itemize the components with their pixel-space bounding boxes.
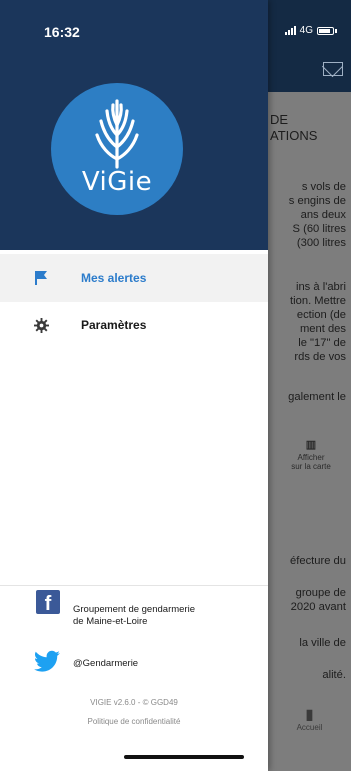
- background-paragraph: éfecture du: [290, 555, 346, 567]
- map-button-line1: Afficher: [297, 453, 325, 462]
- drawer-header: ViGie: [0, 0, 268, 250]
- home-tab-icon: ▮: [305, 706, 314, 722]
- signal-icon: [284, 26, 296, 35]
- menu-item-mes-alertes[interactable]: Mes alertes: [0, 254, 268, 302]
- menu-item-label: Mes alertes: [81, 271, 147, 285]
- facebook-icon: f: [36, 590, 60, 614]
- battery-icon: [317, 26, 334, 35]
- background-paragraph: groupe de 2020 avant: [290, 587, 346, 613]
- battery-tip: [335, 28, 337, 33]
- footer-divider: [0, 585, 268, 586]
- map-button[interactable]: ▥ Afficher sur la carte: [286, 438, 336, 471]
- background-paragraph: alité.: [322, 669, 346, 681]
- background-paragraph: s vols de s engins de ans deux S (60 lit…: [288, 181, 346, 249]
- status-indicators: 4G: [284, 25, 337, 36]
- status-time: 16:32: [44, 24, 80, 40]
- network-label: 4G: [299, 25, 313, 36]
- home-tab[interactable]: ▮ Accueil: [268, 706, 351, 732]
- twitter-label: @Gendarmerie: [73, 658, 139, 669]
- mail-icon[interactable]: [323, 62, 343, 76]
- menu-item-label: Paramètres: [81, 318, 147, 332]
- background-paragraph: galement le: [288, 391, 346, 403]
- map-button-line2: sur la carte: [291, 462, 331, 471]
- map-icon: ▥: [305, 439, 317, 451]
- privacy-policy-link[interactable]: Politique de confidentialité: [0, 717, 268, 726]
- home-indicator[interactable]: [124, 755, 244, 759]
- background-title: DE ATIONS: [270, 112, 318, 143]
- flag-icon: [35, 271, 47, 285]
- home-tab-label: Accueil: [296, 723, 323, 732]
- background-paragraph: la ville de: [299, 637, 346, 649]
- flame-icon: [95, 99, 139, 169]
- background-content: DE ATIONS s vols de s engins de ans deux…: [268, 92, 351, 771]
- facebook-label: Groupement de gendarmerie de Maine-et-Lo…: [73, 604, 195, 627]
- vigie-logo: ViGie: [51, 83, 183, 215]
- background-paragraph: ins à l'abri tion. Mettre ection (de men…: [290, 281, 346, 363]
- app-version: VIGIE v2.6.0 - © GGD49: [90, 698, 178, 707]
- logo-text: ViGie: [81, 167, 153, 197]
- twitter-icon: [34, 650, 60, 672]
- gear-icon: [34, 317, 49, 333]
- navigation-drawer: ViGie Mes alertes Paramètres f Groupemen…: [0, 0, 268, 771]
- menu-item-parametres[interactable]: Paramètres: [0, 301, 268, 349]
